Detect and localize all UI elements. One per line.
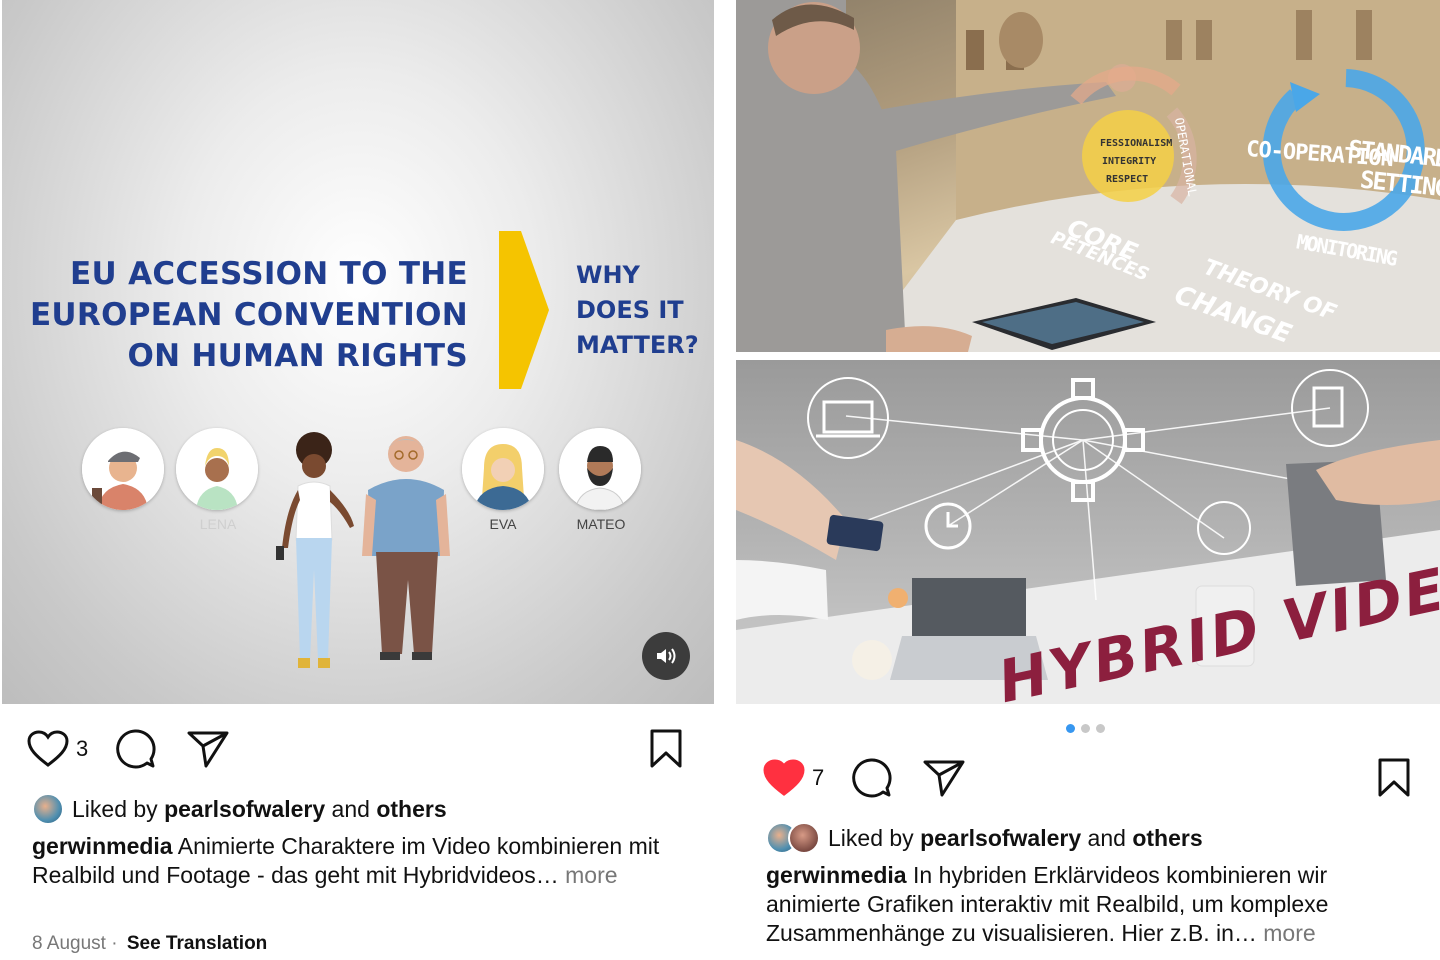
liked-by-prefix: Liked by (828, 824, 914, 851)
post-meta-left: 8 August · See Translation (32, 933, 267, 955)
action-bar-left: 3 (26, 728, 230, 770)
speaker-icon (657, 648, 676, 664)
heart-filled-icon (763, 759, 805, 796)
post-date: 8 August (32, 933, 106, 954)
yellow-arrow-graphic (499, 231, 549, 389)
post-left: EU ACCESSION TO THE EUROPEAN CONVENTION … (0, 0, 716, 960)
caption-left: gerwinmedia Animierte Charaktere im Vide… (32, 832, 672, 890)
comment-icon (116, 729, 156, 769)
hybrid-scene-1-illustration (736, 0, 1440, 352)
character-name-lena: LENA (199, 516, 237, 532)
comment-button[interactable] (114, 728, 156, 770)
character-avatar-eva (462, 428, 544, 510)
caption-username-link[interactable]: gerwinmedia (766, 862, 907, 888)
share-button[interactable] (186, 729, 230, 769)
send-icon (923, 760, 965, 797)
sound-toggle-button[interactable] (642, 632, 690, 680)
video-title-line-2: EUROPEAN CONVENTION (29, 297, 468, 333)
caption-more-link[interactable]: more (1263, 920, 1315, 946)
liked-by-row-left: Liked by pearlsofwalery and others (32, 793, 447, 825)
character-name-mateo: MATEO (576, 516, 626, 532)
like-button[interactable] (26, 729, 70, 769)
liker-avatar[interactable] (32, 793, 64, 825)
integrity-label: INTEGRITY (1102, 156, 1157, 167)
video-title-line-1: EU ACCESSION TO THE (70, 256, 468, 292)
question-line-2: DOES IT (576, 296, 684, 324)
video-question: WHY DOES IT MATTER? (576, 258, 699, 363)
action-bar-right: 7 (762, 757, 966, 799)
character-name-eva: EVA (489, 516, 517, 532)
caption-more-link[interactable]: more (565, 862, 617, 888)
liked-by-prefix: Liked by (72, 795, 158, 822)
character-avatar-mateo (559, 428, 641, 510)
save-button[interactable] (648, 728, 684, 770)
liked-by-others-link[interactable]: others (376, 796, 446, 823)
character-avatar-lena (176, 428, 258, 510)
meta-separator: · (111, 933, 118, 954)
video-title-line-3: ON HUMAN RIGHTS (127, 338, 468, 374)
carousel-dot-1[interactable] (1066, 724, 1075, 733)
character-avatar-1 (82, 428, 164, 510)
post-video-left[interactable]: EU ACCESSION TO THE EUROPEAN CONVENTION … (2, 0, 714, 704)
liked-by-user-link[interactable]: pearlsofwalery (920, 825, 1081, 852)
share-button[interactable] (922, 758, 966, 798)
liked-by-others-link[interactable]: others (1132, 825, 1202, 852)
post-right: CO-OPERATION STANDARD SETTING MONITORING… (736, 0, 1440, 960)
respect-label: RESPECT (1106, 174, 1149, 185)
character-man-figure (362, 436, 450, 660)
question-line-3: MATTER? (576, 331, 699, 359)
see-translation-link[interactable]: See Translation (127, 933, 267, 954)
professionalism-label: FESSIONALISM (1100, 138, 1173, 149)
save-button[interactable] (1376, 757, 1412, 799)
liked-by-user-link[interactable]: pearlsofwalery (164, 796, 325, 823)
caption-right: gerwinmedia In hybriden Erklärvideos kom… (766, 861, 1420, 948)
carousel-dot-3[interactable] (1096, 724, 1105, 733)
unlike-button[interactable] (762, 758, 806, 798)
liker-avatar-2[interactable] (788, 822, 820, 854)
liked-by-row-right: Liked by pearlsofwalery and others (766, 822, 1203, 854)
like-count: 7 (812, 765, 825, 790)
comment-button[interactable] (850, 757, 892, 799)
caption-username-link[interactable]: gerwinmedia (32, 833, 173, 859)
liked-by-joiner: and (331, 795, 370, 822)
like-count: 3 (76, 736, 89, 761)
bookmark-icon (1378, 758, 1410, 797)
carousel-indicator (1066, 724, 1105, 733)
comment-icon (852, 758, 892, 798)
send-icon (187, 731, 229, 768)
carousel-image-top[interactable]: CO-OPERATION STANDARD SETTING MONITORING… (736, 0, 1440, 352)
bookmark-icon (650, 729, 682, 768)
character-woman-figure (276, 432, 354, 668)
video-title: EU ACCESSION TO THE EUROPEAN CONVENTION … (30, 254, 468, 377)
liked-by-joiner: and (1087, 824, 1126, 851)
carousel-dot-2[interactable] (1081, 724, 1090, 733)
heart-outline-icon (27, 730, 69, 767)
question-line-1: WHY (576, 261, 640, 289)
